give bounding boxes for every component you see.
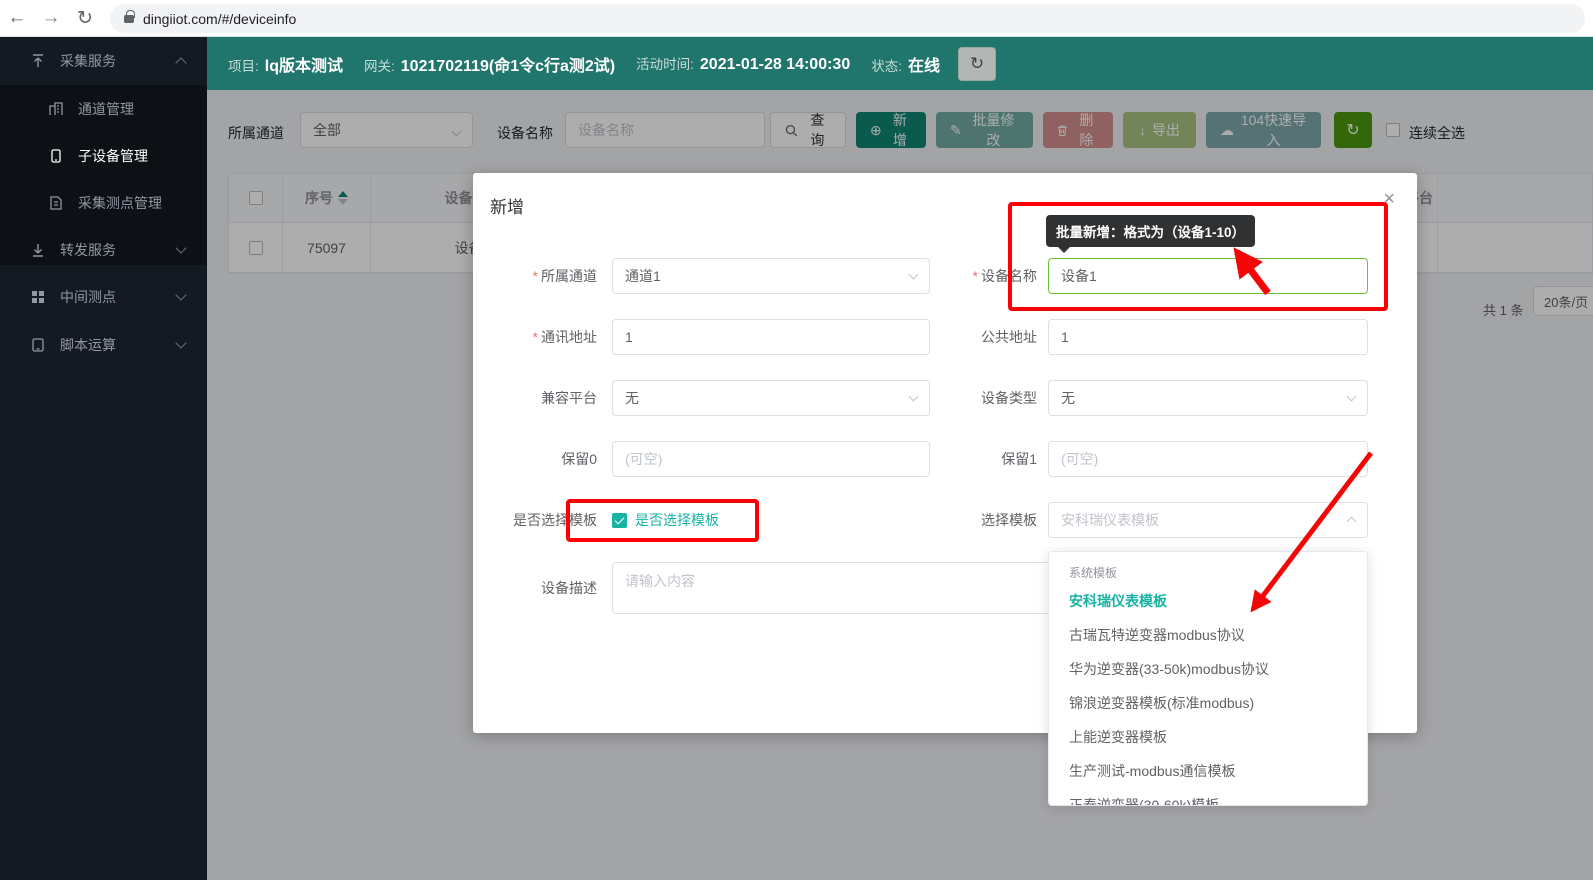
comm-addr-label: *通讯地址 [477,319,597,355]
reserve1-label: 保留1 [917,441,1037,477]
public-addr-input[interactable] [1049,329,1367,345]
status-value: 在线 [908,52,940,76]
sidebar: 采集服务 通道管理 子设备管理 采集测点管理 转发服务 中间测点 脚本运算 [0,37,207,880]
dropdown-item[interactable]: 安科瑞仪表模板 [1049,584,1367,618]
chevron-down-icon [175,337,186,348]
channel-icon [48,101,64,117]
gateway-label: 网关: [364,55,395,75]
dropdown-item[interactable]: 华为逆变器(33-50k)modbus协议 [1049,652,1367,686]
checked-checkbox-icon[interactable] [612,513,627,528]
back-icon[interactable]: ← [0,7,34,29]
platform-select[interactable]: 无 [612,380,930,416]
dropdown-item[interactable]: 古瑞瓦特逆变器modbus协议 [1049,618,1367,652]
sidebar-item-forward-service[interactable]: 转发服务 [0,227,207,273]
document-icon [48,195,64,211]
channel-select[interactable]: 通道1 [612,258,930,294]
grid-icon [30,289,46,305]
dropdown-item[interactable]: 正泰逆变器(30-60k)模板 [1049,788,1367,806]
batch-add-tooltip: 批量新增：格式为（设备1-10） [1046,215,1255,247]
channel-label: *所属通道 [477,258,597,294]
header-refresh-button[interactable]: ↻ [958,47,996,81]
dropdown-item[interactable]: 锦浪逆变器模板(标准modbus) [1049,686,1367,720]
download-icon [30,242,46,258]
comm-addr-input[interactable] [613,329,929,345]
device-type-select[interactable]: 无 [1048,380,1368,416]
forward-icon[interactable]: → [34,7,68,29]
template-dropdown: 系统模板 安科瑞仪表模板 古瑞瓦特逆变器modbus协议 华为逆变器(33-50… [1048,551,1368,806]
url-text: dingiiot.com/#/deviceinfo [143,11,296,27]
padlock-icon [124,15,134,23]
public-addr-label: 公共地址 [917,319,1037,355]
address-bar[interactable]: dingiiot.com/#/deviceinfo [110,4,1585,33]
use-template-checkbox-row[interactable]: 是否选择模板 [612,502,719,538]
device-name-input[interactable] [1049,268,1367,284]
comm-addr-input-wrap [612,319,930,355]
reserve0-label: 保留0 [477,441,597,477]
dropdown-item[interactable]: 上能逆变器模板 [1049,720,1367,754]
template-select[interactable]: 安科瑞仪表模板 [1048,502,1368,538]
sidebar-item-collect-service[interactable]: 采集服务 [0,38,207,84]
desc-label: 设备描述 [477,570,597,606]
chevron-down-icon [1347,392,1357,402]
reserve0-input[interactable] [613,451,929,467]
sidebar-item-channel-mgmt[interactable]: 通道管理 [0,85,207,132]
sidebar-item-middle-points[interactable]: 中间测点 [0,274,207,320]
sidebar-item-script-compute[interactable]: 脚本运算 [0,322,207,368]
reload-icon[interactable]: ↻ [68,7,102,30]
project-label: 项目: [228,55,259,75]
chevron-up-icon [175,57,186,68]
dropdown-group-label: 系统模板 [1049,562,1367,584]
gateway-status-bar: 项目: lq版本测试 网关: 1021702119(命1令c行a测2试) 活动时间:… [207,37,1593,90]
active-time-value: 2021-01-28 14:00:30 [700,56,850,74]
active-time-label: 活动时间: [636,53,694,73]
sidebar-item-collect-points-mgmt[interactable]: 采集测点管理 [0,179,207,226]
script-icon [30,337,46,353]
upload-icon [30,53,46,69]
project-value: lq版本测试 [265,52,343,76]
gateway-value: 1021702119(命1令c行a测2试) [401,52,615,76]
sidebar-item-subdevice-mgmt[interactable]: 子设备管理 [0,132,207,179]
chevron-down-icon [175,242,186,253]
chevron-down-icon [175,289,186,300]
refresh-icon: ↻ [970,54,984,74]
chevron-up-icon [1347,517,1357,527]
template-label: 选择模板 [917,502,1037,538]
reserve1-input[interactable] [1049,451,1367,467]
use-template-label: 是否选择模板 [477,502,597,538]
dropdown-item[interactable]: 生产测试-modbus通信模板 [1049,754,1367,788]
device-type-label: 设备类型 [917,380,1037,416]
device-name-label: *设备名称 [917,258,1037,294]
device-name-input-wrap [1048,258,1368,294]
close-icon[interactable]: × [1383,189,1395,209]
use-template-checkbox-label: 是否选择模板 [635,510,719,530]
reserve0-input-wrap [612,441,930,477]
browser-toolbar: ← → ↻ dingiiot.com/#/deviceinfo [0,0,1593,37]
platform-label: 兼容平台 [477,380,597,416]
device-icon [48,148,64,164]
status-label: 状态: [871,55,902,75]
modal-title: 新增 [490,193,524,218]
public-addr-input-wrap [1048,319,1368,355]
reserve1-input-wrap [1048,441,1368,477]
